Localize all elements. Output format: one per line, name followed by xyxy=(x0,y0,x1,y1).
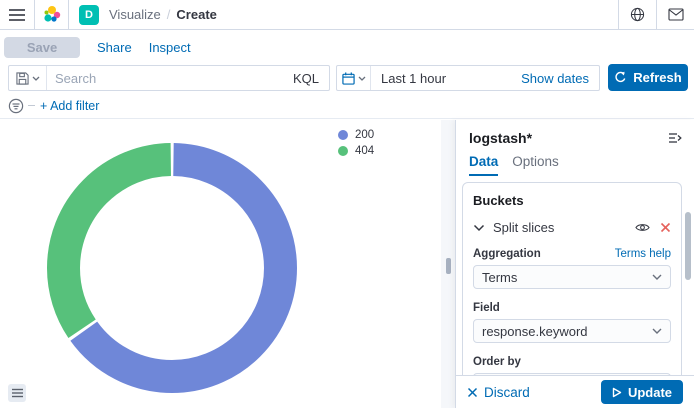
main-content: 200404 logstash* xyxy=(0,120,694,408)
order-by-label-row: Order by xyxy=(473,356,671,368)
hamburger-icon xyxy=(9,8,25,22)
breadcrumb-visualize[interactable]: Visualize xyxy=(109,7,161,22)
list-icon xyxy=(12,388,23,398)
terms-help-link[interactable]: Terms help xyxy=(615,248,671,260)
eye-glyph xyxy=(635,222,650,233)
legend-label: 200 xyxy=(355,129,374,141)
elastic-logo[interactable] xyxy=(34,0,68,29)
panel-tabs: Data Options xyxy=(456,152,694,176)
header-spacer xyxy=(217,0,618,29)
update-label: Update xyxy=(628,385,672,400)
index-pattern-title: logstash* xyxy=(469,130,532,146)
inspect-button[interactable]: Inspect xyxy=(149,40,191,55)
split-slices-label: Split slices xyxy=(493,220,554,235)
panel-resize-handle[interactable] xyxy=(446,258,451,274)
panel-header: logstash* xyxy=(456,120,694,152)
legend-item-404[interactable]: 404 xyxy=(338,145,374,157)
elastic-logo-icon xyxy=(42,5,62,25)
field-label-row: Field xyxy=(473,302,671,314)
editor-side-panel: logstash* Data Options Buckets xyxy=(455,120,694,408)
aggregation-value: Terms xyxy=(482,270,517,285)
add-filter-button[interactable]: + Add filter xyxy=(40,99,99,113)
refresh-icon xyxy=(614,71,627,84)
filter-bar: + Add filter xyxy=(0,93,694,119)
aggregation-label: Aggregation xyxy=(473,248,541,260)
search-input[interactable] xyxy=(47,66,283,90)
breadcrumb-section: D Visualize / Create xyxy=(68,0,217,29)
globe-icon[interactable] xyxy=(618,0,656,29)
save-query-icon xyxy=(16,72,29,85)
mail-glyph xyxy=(668,8,684,21)
eye-icon[interactable] xyxy=(635,222,650,233)
show-dates-button[interactable]: Show dates xyxy=(511,66,599,90)
field-select[interactable]: response.keyword xyxy=(473,319,671,343)
aggregation-select[interactable]: Terms xyxy=(473,265,671,289)
chevron-down-icon xyxy=(652,274,662,280)
donut-chart xyxy=(37,133,307,403)
discard-button[interactable]: Discard xyxy=(467,385,530,400)
visualization-area: 200404 xyxy=(0,120,441,408)
order-by-label: Order by xyxy=(473,356,521,368)
top-header: D Visualize / Create xyxy=(0,0,694,30)
close-icon xyxy=(660,222,671,233)
donut-svg xyxy=(37,133,307,403)
panel-footer: Discard Update xyxy=(456,375,694,408)
save-button[interactable]: Save xyxy=(4,37,80,58)
chevron-down-icon xyxy=(358,76,366,81)
chart-legend: 200404 xyxy=(338,129,374,157)
saved-query-menu-button[interactable] xyxy=(9,66,47,90)
tab-options[interactable]: Options xyxy=(512,152,559,176)
legend-item-200[interactable]: 200 xyxy=(338,129,374,141)
legend-label: 404 xyxy=(355,145,374,157)
menu-icon[interactable] xyxy=(0,0,34,29)
space-badge[interactable]: D xyxy=(79,5,99,25)
search-box: KQL xyxy=(8,65,330,91)
aggregation-label-row: Aggregation Terms help xyxy=(473,248,671,260)
visualize-toolbar: Save Share Inspect xyxy=(0,31,694,63)
mail-icon[interactable] xyxy=(656,0,694,29)
calendar-icon xyxy=(342,72,355,85)
update-button[interactable]: Update xyxy=(601,380,683,404)
field-label: Field xyxy=(473,302,500,314)
remove-bucket-icon[interactable] xyxy=(660,222,671,233)
chevron-down-icon xyxy=(473,224,485,232)
filter-options-icon[interactable] xyxy=(8,98,24,114)
chevron-down-icon xyxy=(32,76,40,81)
close-icon xyxy=(467,387,478,398)
date-quick-select-button[interactable] xyxy=(337,66,371,90)
panel-scrollbar[interactable] xyxy=(685,212,691,280)
share-button[interactable]: Share xyxy=(97,40,132,55)
split-slices-row[interactable]: Split slices xyxy=(473,220,671,235)
buckets-title: Buckets xyxy=(473,193,671,208)
legend-dot xyxy=(338,130,348,140)
query-bar: KQL Last 1 hour Show dates Refresh xyxy=(0,63,694,93)
play-icon xyxy=(612,387,622,398)
tab-data[interactable]: Data xyxy=(469,152,498,176)
collapse-panel-icon[interactable] xyxy=(668,132,682,144)
query-language-button[interactable]: KQL xyxy=(283,66,329,90)
refresh-label: Refresh xyxy=(633,70,681,85)
menu-right-glyph xyxy=(668,132,682,144)
discard-label: Discard xyxy=(484,385,530,400)
globe-glyph xyxy=(630,7,645,22)
filter-separator xyxy=(28,105,35,106)
panel-scroll-area: Buckets Split slices xyxy=(456,178,694,375)
field-value: response.keyword xyxy=(482,324,588,339)
breadcrumb: Visualize / Create xyxy=(109,7,217,22)
time-range-value[interactable]: Last 1 hour xyxy=(371,66,511,90)
date-picker: Last 1 hour Show dates xyxy=(336,65,600,91)
refresh-button[interactable]: Refresh xyxy=(608,64,688,91)
buckets-card: Buckets Split slices xyxy=(462,182,682,375)
filter-glyph xyxy=(8,98,24,114)
breadcrumb-create: Create xyxy=(176,7,216,22)
toggle-legend-button[interactable] xyxy=(8,384,26,402)
legend-dot xyxy=(338,146,348,156)
breadcrumb-separator: / xyxy=(167,7,171,22)
chevron-down-icon xyxy=(652,328,662,334)
